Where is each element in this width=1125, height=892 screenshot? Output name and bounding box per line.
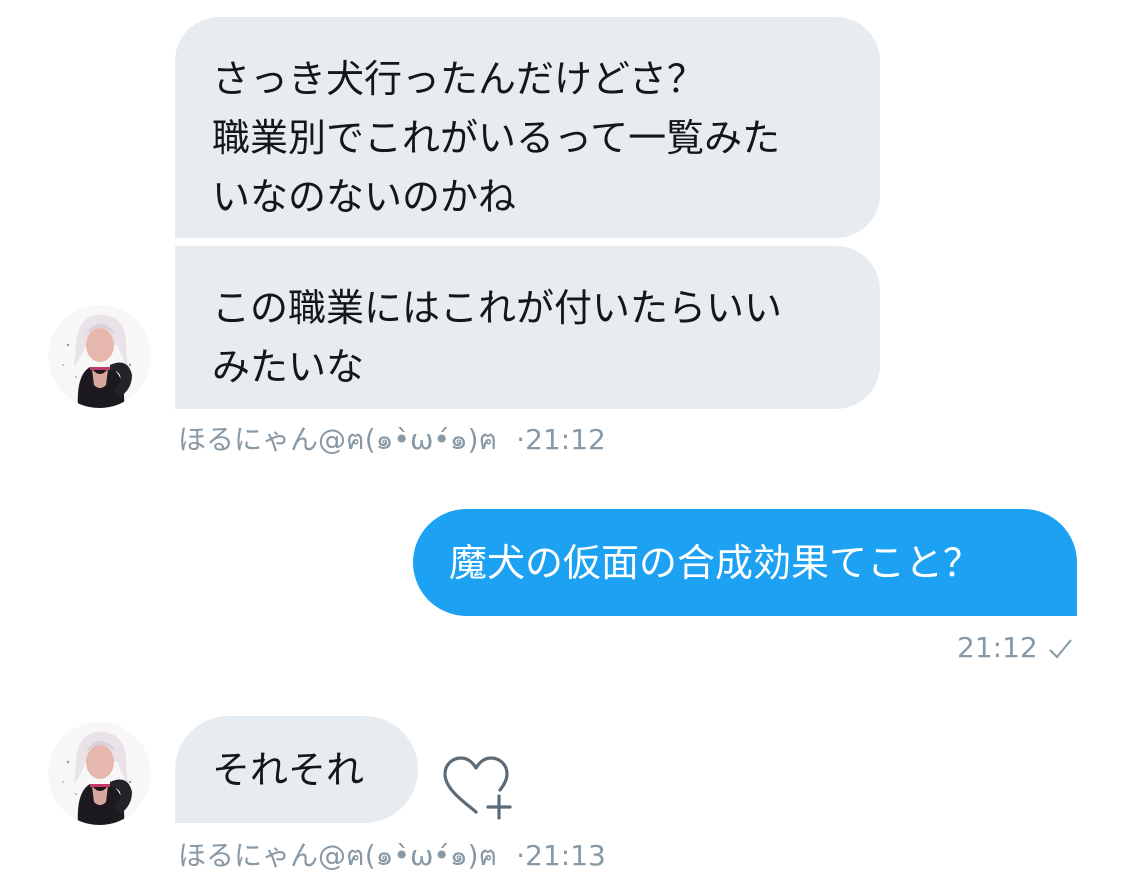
message-time: 21:12: [525, 423, 606, 456]
message-bubble-incoming[interactable]: この職業にはこれが付いたらいい みたいな: [175, 246, 880, 409]
sender-name[interactable]: ほるにゃん@ฅ(๑•̀ω•́๑)ฅ: [178, 839, 497, 872]
message-meta: ほるにゃん@ฅ(๑•̀ω•́๑)ฅ ·21:13: [178, 839, 606, 873]
message-bubble-incoming[interactable]: それそれ: [175, 716, 418, 823]
avatar[interactable]: [48, 722, 151, 825]
avatar-image: [48, 722, 151, 825]
message-bubble-outgoing[interactable]: 魔犬の仮面の合成効果てこと？: [413, 509, 1077, 616]
sender-name[interactable]: ほるにゃん@ฅ(๑•̀ω•́๑)ฅ: [178, 423, 497, 456]
message-meta: ほるにゃん@ฅ(๑•̀ω•́๑)ฅ ·21:12: [178, 423, 606, 457]
meta-separator: ·: [516, 423, 526, 456]
message-time: 21:13: [525, 839, 606, 872]
heart-add-icon[interactable]: [437, 748, 515, 826]
avatar[interactable]: [48, 305, 151, 408]
meta-separator: ·: [516, 839, 526, 872]
message-bubble-incoming[interactable]: さっき犬行ったんだけどさ？ 職業別でこれがいるって一覧みた いなのないのかね: [175, 17, 880, 238]
check-icon: [1049, 639, 1072, 659]
avatar-image: [48, 305, 151, 408]
message-time-outgoing: 21:12: [957, 631, 1038, 664]
